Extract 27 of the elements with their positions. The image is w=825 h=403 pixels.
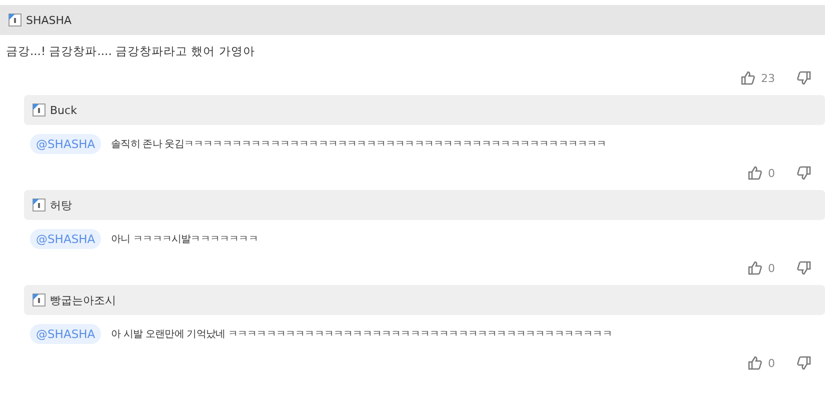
author-name: 허탕 <box>50 198 72 212</box>
mention-tag[interactable]: @SHASHA <box>30 229 102 249</box>
thumbs-down-icon[interactable] <box>797 71 811 85</box>
mention-tag[interactable]: @SHASHA <box>30 324 102 344</box>
avatar-icon <box>8 13 22 27</box>
thumbs-up-icon[interactable] <box>748 356 762 370</box>
thumbs-up-icon[interactable] <box>741 71 755 85</box>
author-name: Buck <box>50 104 77 116</box>
author-name: 빵굽는아조시 <box>50 292 116 308</box>
thumbs-down-icon[interactable] <box>797 356 811 370</box>
like-count: 0 <box>768 262 775 274</box>
thumbs-up-icon[interactable] <box>748 261 762 275</box>
thumbs-down-icon[interactable] <box>797 261 811 275</box>
reply-text: 아 시발 오랜만에 기억났네 ㅋㅋㅋㅋㅋㅋㅋㅋㅋㅋㅋㅋㅋㅋㅋㅋㅋㅋㅋㅋㅋㅋㅋㅋㅋㅋㅋㅋㅋㅋㅋㅋㅋㅋㅋㅋㅋㅋㅋㅋ <box>111 328 612 341</box>
like-count: 0 <box>768 166 775 180</box>
mention-tag[interactable]: @SHASHA <box>30 134 102 154</box>
avatar-icon <box>32 293 46 307</box>
reply-text: 솔직히 존나 웃김ㅋㅋㅋㅋㅋㅋㅋㅋㅋㅋㅋㅋㅋㅋㅋㅋㅋㅋㅋㅋㅋㅋㅋㅋㅋㅋㅋㅋㅋㅋㅋㅋㅋㅋㅋㅋㅋㅋㅋㅋㅋㅋㅋㅋ <box>111 138 606 151</box>
like-count: 23 <box>761 72 775 84</box>
avatar-icon <box>32 103 46 117</box>
avatar-icon <box>32 198 46 212</box>
thumbs-up-icon[interactable] <box>748 166 762 180</box>
comment-text: 금강...! 금강창파.... 금강창파라고 했어 가영아 <box>6 44 255 59</box>
author-name: SHASHA <box>26 14 72 26</box>
like-count: 0 <box>768 356 775 370</box>
reply-text: 아니 ㅋㅋㅋㅋ시발ㅋㅋㅋㅋㅋㅋㅋ <box>111 233 258 246</box>
thumbs-down-icon[interactable] <box>797 166 811 180</box>
